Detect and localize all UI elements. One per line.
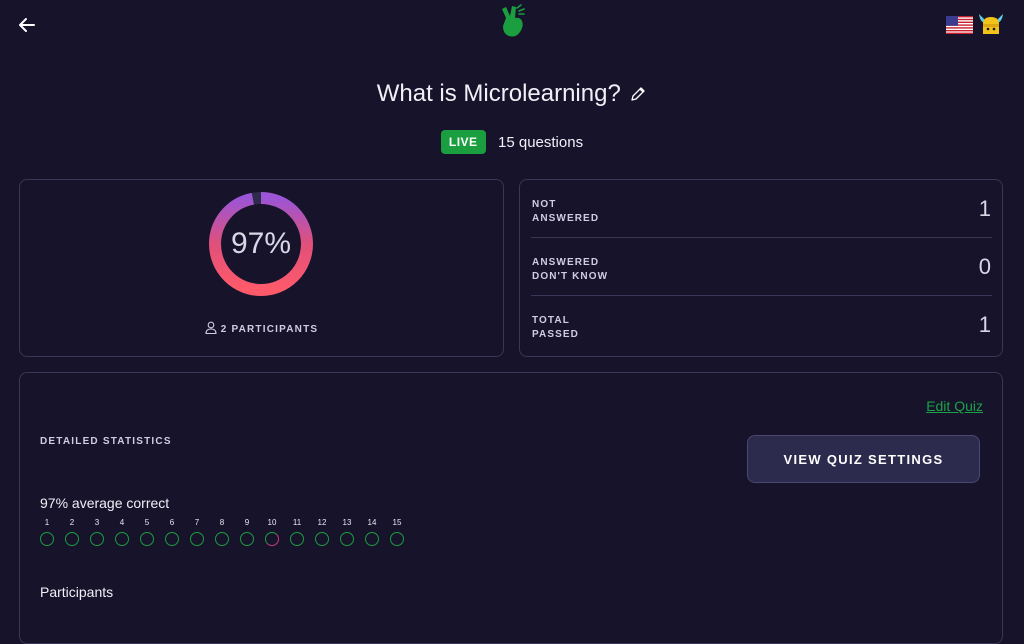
question-number: 1: [44, 518, 50, 527]
participants-count: 2 PARTICIPANTS: [20, 321, 503, 335]
question-result-item: 14: [365, 517, 379, 546]
quiz-status-row: LIVE 15 questions: [0, 130, 1024, 154]
question-result-dot[interactable]: [240, 532, 254, 546]
us-flag-icon[interactable]: [946, 16, 973, 34]
stat-label: TOTAL PASSED: [532, 315, 579, 340]
question-result-dot[interactable]: [165, 532, 179, 546]
question-result-dot[interactable]: [140, 532, 154, 546]
question-result-dot[interactable]: [265, 532, 279, 546]
question-result-dot[interactable]: [115, 532, 129, 546]
edit-quiz-link[interactable]: Edit Quiz: [926, 398, 983, 414]
question-result-dot[interactable]: [340, 532, 354, 546]
question-result-item: 15: [390, 517, 404, 546]
question-result-item: 4: [115, 517, 129, 546]
question-number: 10: [267, 518, 277, 527]
question-number: 3: [94, 518, 100, 527]
question-number: 9: [244, 518, 250, 527]
stat-value: 0: [978, 254, 991, 279]
question-number: 4: [119, 518, 125, 527]
question-number: 15: [392, 518, 402, 527]
question-result-dot[interactable]: [365, 532, 379, 546]
question-result-item: 9: [240, 517, 254, 546]
question-result-item: 12: [315, 517, 329, 546]
stat-value: 1: [978, 196, 991, 221]
person-icon: [205, 321, 217, 334]
question-result-item: 3: [90, 517, 104, 546]
hand-logo-icon: [502, 4, 525, 37]
detail-card: Edit Quiz DETAILED STATISTICS VIEW QUIZ …: [19, 372, 1003, 644]
pencil-icon[interactable]: [629, 85, 647, 103]
question-result-dot[interactable]: [390, 532, 404, 546]
detail-heading: DETAILED STATISTICS: [40, 436, 172, 447]
stat-total-passed: TOTAL PASSED 1: [531, 296, 992, 353]
question-number: 2: [69, 518, 75, 527]
stat-not-answered: NOT ANSWERED 1: [531, 180, 992, 238]
live-badge: LIVE: [440, 130, 486, 154]
back-arrow-icon[interactable]: [14, 12, 40, 38]
participants-heading: Participants: [40, 584, 114, 600]
stat-value: 1: [978, 312, 991, 337]
question-result-item: 2: [65, 517, 79, 546]
quiz-title: What is Microlearning?: [376, 80, 621, 107]
view-quiz-settings-button[interactable]: VIEW QUIZ SETTINGS: [747, 435, 980, 483]
question-number: 6: [169, 518, 175, 527]
question-number: 11: [292, 518, 302, 527]
question-result-item: 5: [140, 517, 154, 546]
stats-card: NOT ANSWERED 1 ANSWERED DON'T KNOW 0 TOTAL…: [519, 179, 1003, 357]
question-result-dot[interactable]: [65, 532, 79, 546]
question-number: 14: [367, 518, 377, 527]
question-result-dot[interactable]: [40, 532, 54, 546]
question-count: 15 questions: [498, 133, 584, 151]
quiz-title-row: What is Microlearning?: [0, 80, 1024, 108]
average-correct: 97% average correct: [40, 495, 170, 511]
question-result-dot[interactable]: [90, 532, 104, 546]
question-result-item: 13: [340, 517, 354, 546]
question-result-item: 7: [190, 517, 204, 546]
question-result-item: 1: [40, 517, 54, 546]
question-result-dot[interactable]: [315, 532, 329, 546]
question-number: 13: [342, 518, 352, 527]
question-number: 5: [144, 518, 150, 527]
participants-label: 2 PARTICIPANTS: [220, 324, 319, 335]
question-number: 8: [219, 518, 225, 527]
question-result-item: 11: [290, 517, 304, 546]
question-result-item: 8: [215, 517, 229, 546]
question-result-item: 10: [265, 517, 279, 546]
stat-label: NOT ANSWERED: [532, 199, 600, 224]
question-result-dot[interactable]: [190, 532, 204, 546]
question-result-dot[interactable]: [290, 532, 304, 546]
score-percent: 97%: [230, 227, 292, 260]
stat-dont-know: ANSWERED DON'T KNOW 0: [531, 238, 992, 296]
stat-label: ANSWERED DON'T KNOW: [532, 257, 609, 282]
question-result-item: 6: [165, 517, 179, 546]
question-result-dot[interactable]: [215, 532, 229, 546]
question-number: 7: [194, 518, 200, 527]
score-card: 97% 2 PARTICIPANTS: [19, 179, 504, 357]
viking-mascot-icon[interactable]: [978, 12, 1004, 36]
question-number: 12: [317, 518, 327, 527]
